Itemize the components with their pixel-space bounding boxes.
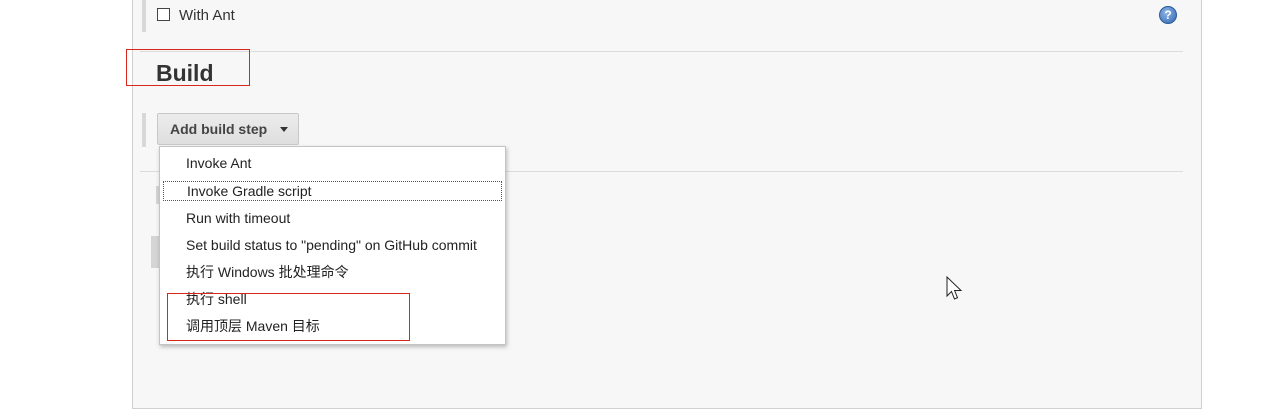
section-row-bar <box>142 0 146 32</box>
menu-item-execute-windows-batch[interactable]: 执行 Windows 批处理命令 <box>163 263 502 283</box>
add-build-step-label: Add build step <box>170 121 268 137</box>
menu-item-run-with-timeout[interactable]: Run with timeout <box>163 209 502 229</box>
build-step-row-bar <box>142 113 146 147</box>
menu-item-invoke-ant[interactable]: Invoke Ant <box>163 154 502 174</box>
menu-item-invoke-gradle-script[interactable]: Invoke Gradle script <box>163 181 502 201</box>
caret-down-icon <box>280 127 288 132</box>
add-build-step-button[interactable]: Add build step <box>157 113 299 145</box>
with-ant-checkbox[interactable] <box>157 8 170 21</box>
menu-item-set-github-pending-status[interactable]: Set build status to "pending" on GitHub … <box>163 236 502 256</box>
with-ant-label[interactable]: With Ant <box>179 7 235 24</box>
mouse-pointer-icon <box>946 276 963 300</box>
menu-item-invoke-maven-targets[interactable]: 调用顶层 Maven 目标 <box>163 317 502 337</box>
build-section-title: Build <box>156 60 214 86</box>
menu-item-execute-shell[interactable]: 执行 shell <box>163 290 502 310</box>
section-divider <box>140 51 1183 52</box>
build-step-dropdown-menu: Invoke Ant Invoke Gradle script Run with… <box>159 146 506 345</box>
question-circle-icon[interactable]: ? <box>1159 6 1177 24</box>
